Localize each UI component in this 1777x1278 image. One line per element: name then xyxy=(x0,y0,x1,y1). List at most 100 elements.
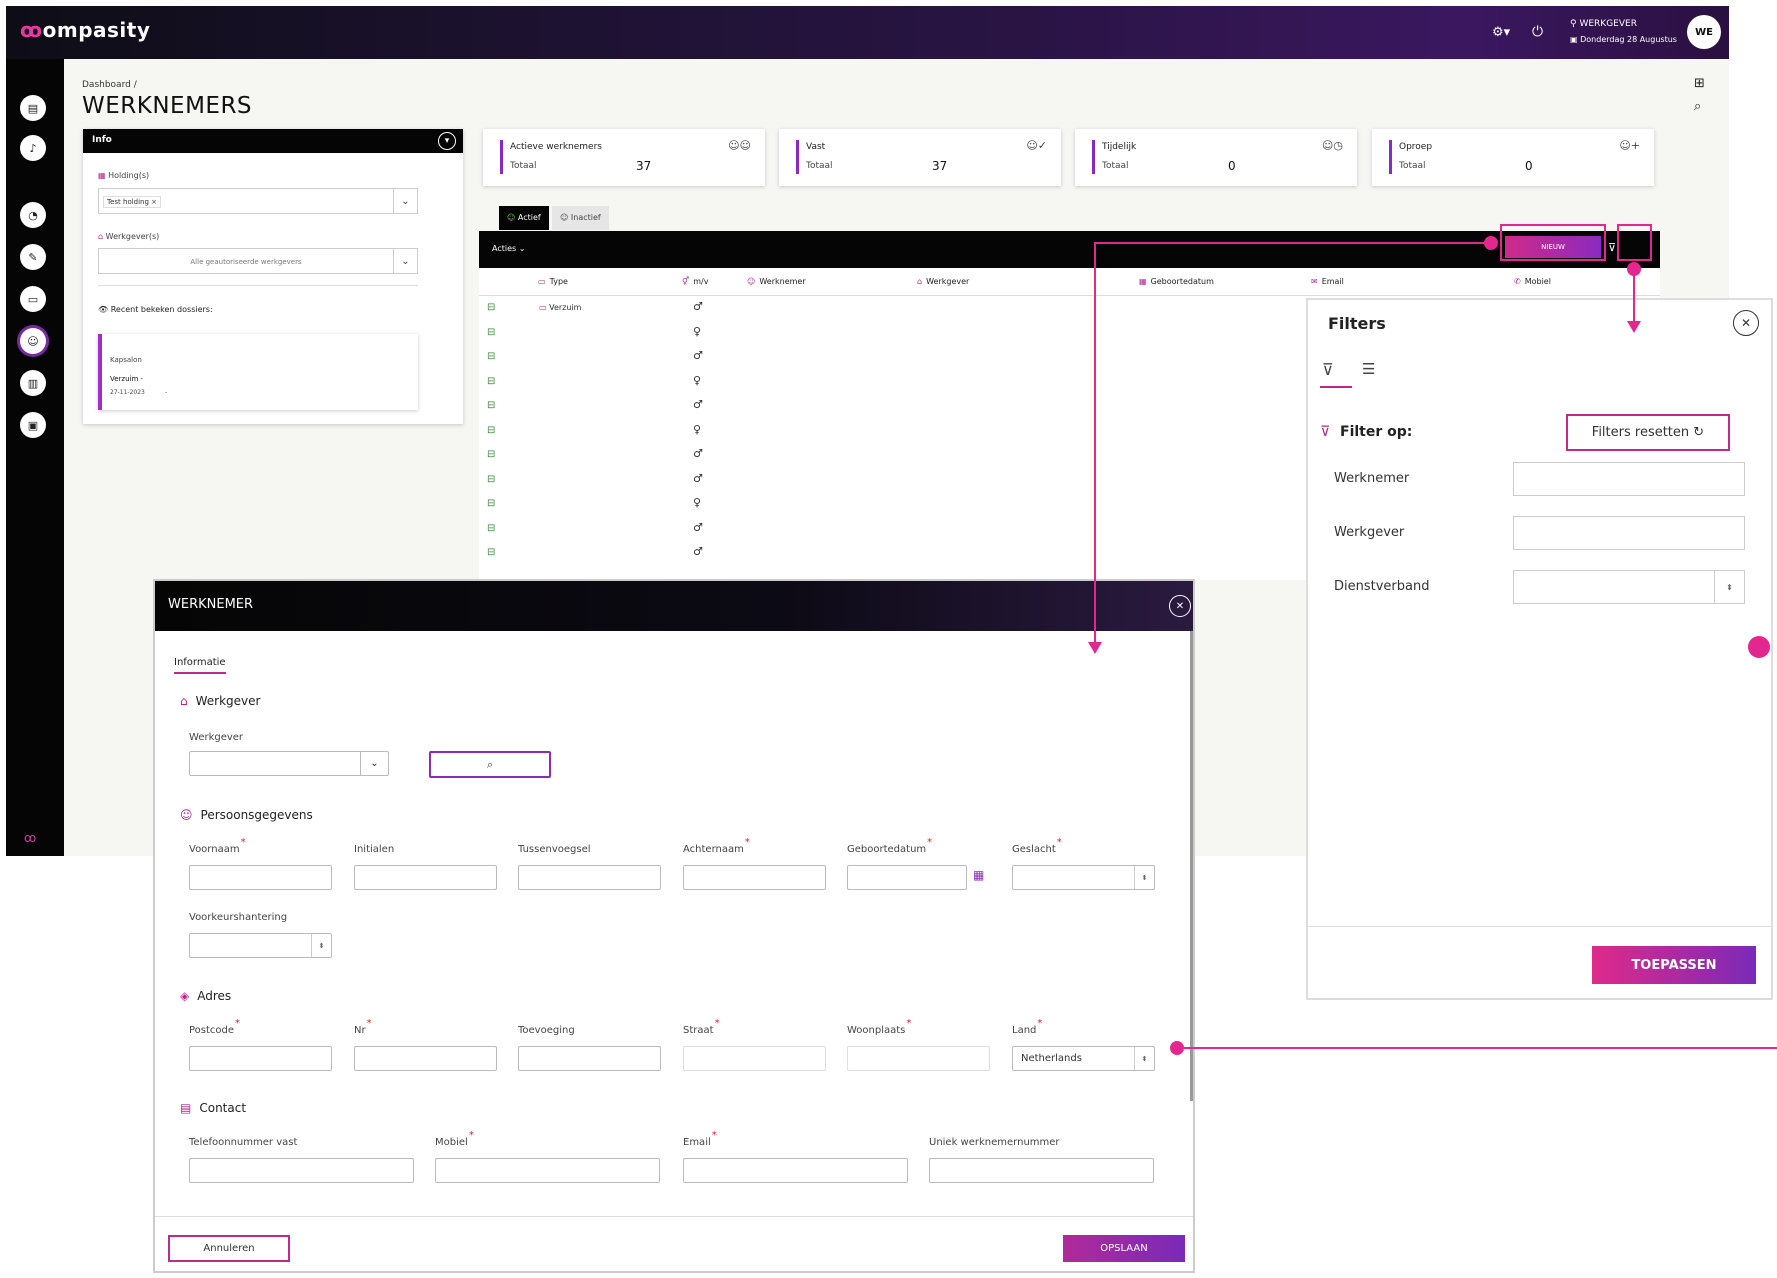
filter-dienstverband-select[interactable]: ⬍ xyxy=(1513,570,1745,604)
filter-tab-icon[interactable]: ⊽ xyxy=(1322,360,1334,379)
tab-inactief[interactable]: ☺ Inactief xyxy=(552,206,609,230)
dossier-row-icon[interactable]: ⊟ xyxy=(487,449,495,460)
type-cell: ▭ Verzuim xyxy=(539,303,582,312)
list-tab-icon[interactable]: ☰ xyxy=(1362,360,1375,378)
tab-informatie[interactable]: Informatie xyxy=(174,657,226,674)
voorkeurshantering-select[interactable]: ⬍ xyxy=(189,933,332,958)
sidebar-dossier-icon[interactable]: ▤ xyxy=(20,95,46,121)
collapse-icon[interactable]: ▾ xyxy=(438,132,456,150)
tab-actief[interactable]: ☺ Actief xyxy=(499,206,549,230)
nr-input[interactable] xyxy=(354,1046,497,1071)
achternaam-input[interactable] xyxy=(683,865,826,890)
dossier-row-icon[interactable]: ⊟ xyxy=(487,498,495,509)
stat-sub: Totaal xyxy=(1102,161,1129,171)
dossier-row-icon[interactable]: ⊟ xyxy=(487,327,495,338)
app-logo[interactable]: ꝏompasity xyxy=(20,18,150,42)
filter-werknemer-input[interactable] xyxy=(1513,462,1745,496)
grid-icon[interactable]: ⊞ xyxy=(1694,76,1705,91)
geboortedatum-input[interactable] xyxy=(847,865,967,890)
col-werknemer[interactable]: ☺ Werknemer xyxy=(747,277,806,286)
telefoon-label: Telefoonnummer vast xyxy=(189,1137,298,1148)
sidebar-edit-icon[interactable]: ✎ xyxy=(20,244,46,270)
dossier-row-icon[interactable]: ⊟ xyxy=(487,351,495,362)
sidebar-users-icon[interactable]: ☺ xyxy=(20,328,46,354)
sidebar-dashboard-icon[interactable]: ◔ xyxy=(20,202,46,228)
spinner-icon: ⬍ xyxy=(1134,1047,1154,1070)
tussenvoegsel-input[interactable] xyxy=(518,865,661,890)
cancel-button[interactable]: Annuleren xyxy=(168,1235,290,1262)
land-label: Land* xyxy=(1012,1018,1043,1036)
stat-card-tijdelijk[interactable]: Tijdelijk Totaal 0 ☺◷ xyxy=(1075,129,1357,186)
close-icon[interactable]: ✕ xyxy=(1169,595,1191,617)
close-icon[interactable]: ✕ xyxy=(1733,310,1759,336)
dossier-row-icon[interactable]: ⊟ xyxy=(487,523,495,534)
col-type[interactable]: ▭ Type xyxy=(538,277,568,286)
telefoon-input[interactable] xyxy=(189,1158,414,1183)
gender-cell: ♀ xyxy=(693,374,702,387)
sidebar-chart-icon[interactable]: ▥ xyxy=(20,370,46,396)
scrollbar[interactable] xyxy=(1190,631,1193,1101)
werknemernummer-input[interactable] xyxy=(929,1158,1154,1183)
reset-filters-button[interactable]: Filters resetten ↻ xyxy=(1566,414,1730,451)
col-werkgever[interactable]: ⌂ Werkgever xyxy=(917,277,969,286)
stat-card-oproep[interactable]: Oproep Totaal 0 ☺+ xyxy=(1372,129,1654,186)
acties-dropdown[interactable]: Acties ⌄ xyxy=(492,244,525,253)
dossier-row-icon[interactable]: ⊟ xyxy=(487,376,495,387)
calendar-icon[interactable]: ▦ xyxy=(973,868,984,882)
dossier-row-icon[interactable]: ⊟ xyxy=(487,547,495,558)
voornaam-input[interactable] xyxy=(189,865,332,890)
holding-label: ▦ Holding(s) xyxy=(98,171,150,180)
email-input[interactable] xyxy=(683,1158,908,1183)
land-select[interactable]: Netherlands ⬍ xyxy=(1012,1046,1155,1071)
stat-card-vast[interactable]: Vast Totaal 37 ☺✓ xyxy=(779,129,1061,186)
table-toolbar: Acties ⌄ ⊽ xyxy=(479,231,1660,268)
werkgever-select[interactable]: ⌄ xyxy=(189,751,389,776)
user-role: ⚲ WERKGEVER xyxy=(1570,19,1637,29)
stat-sub: Totaal xyxy=(806,161,833,171)
current-date: ▣ Donderdag 28 Augustus xyxy=(1570,35,1677,44)
filter-werkgever-input[interactable] xyxy=(1513,516,1745,550)
dossier-row-icon[interactable]: ⊟ xyxy=(487,400,495,411)
power-icon[interactable]: ⏻ xyxy=(1532,24,1543,40)
straat-input[interactable] xyxy=(683,1046,826,1071)
col-geboortedatum[interactable]: ▦ Geboortedatum xyxy=(1139,277,1214,286)
dossier-row-icon[interactable]: ⊟ xyxy=(487,425,495,436)
sidebar-briefcase-icon[interactable]: ▣ xyxy=(20,412,46,438)
filter-label-werknemer: Werknemer xyxy=(1334,471,1410,486)
dossier-row-icon[interactable]: ⊟ xyxy=(487,302,495,313)
holding-select[interactable]: Test holding × ⌄ xyxy=(98,188,418,214)
geslacht-select[interactable]: ⬍ xyxy=(1012,865,1155,890)
search-werkgever-button[interactable]: ⌕ xyxy=(429,751,551,778)
dossier-row-icon[interactable]: ⊟ xyxy=(487,474,495,485)
stat-card-actieve[interactable]: Actieve werknemers Totaal 37 ☺☺ xyxy=(483,129,765,186)
apply-button[interactable]: TOEPASSEN xyxy=(1592,946,1756,984)
werknemernummer-label: Uniek werknemernummer xyxy=(929,1137,1060,1148)
col-mobiel[interactable]: ✆ Mobiel xyxy=(1514,277,1551,286)
recent-dossier-card[interactable]: Kapsalon Verzuim - 27-11-2023 - xyxy=(98,334,418,410)
chevron-down-icon[interactable]: ⌄ xyxy=(393,249,417,273)
chevron-down-icon[interactable]: ⌄ xyxy=(360,752,388,775)
holding-chip[interactable]: Test holding × xyxy=(103,196,162,208)
werkgever-select[interactable]: Alle geautoriseerde werkgevers ⌄ xyxy=(98,248,418,274)
breadcrumb[interactable]: Dashboard / xyxy=(82,80,137,90)
col-email[interactable]: ✉ Email xyxy=(1311,277,1344,286)
divider xyxy=(1308,926,1771,927)
sidebar-folder-icon[interactable]: ▭ xyxy=(20,286,46,312)
mobiel-input[interactable] xyxy=(435,1158,660,1183)
postcode-input[interactable] xyxy=(189,1046,332,1071)
col-mv[interactable]: ⚥ m/v xyxy=(682,277,708,286)
filter-icon[interactable]: ⊽ xyxy=(1608,241,1616,254)
chevron-down-icon[interactable]: ⌄ xyxy=(393,189,417,213)
divider xyxy=(155,1216,1193,1217)
modal-header: WERKNEMER ✕ xyxy=(155,581,1193,631)
spinner-icon: ⬍ xyxy=(311,934,331,957)
save-button[interactable]: OPSLAAN xyxy=(1063,1235,1185,1262)
initialen-input[interactable] xyxy=(354,865,497,890)
toevoeging-input[interactable] xyxy=(518,1046,661,1071)
search-icon[interactable]: ⌕ xyxy=(1694,99,1701,114)
avatar[interactable]: WE xyxy=(1687,15,1721,49)
woonplaats-input[interactable] xyxy=(847,1046,990,1071)
sidebar-bell-icon[interactable]: ♪ xyxy=(20,135,46,161)
settings-icon[interactable]: ⚙▾ xyxy=(1492,25,1510,40)
geslacht-label: Geslacht* xyxy=(1012,837,1062,855)
